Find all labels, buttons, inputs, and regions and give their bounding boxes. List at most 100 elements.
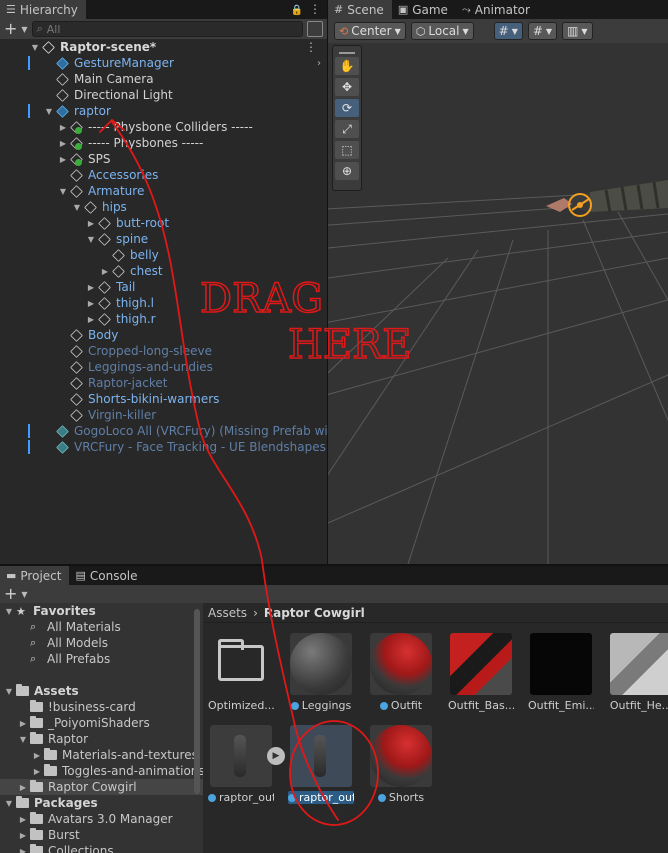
hierarchy-row[interactable]: ▼ spine — [0, 231, 327, 247]
hierarchy-row[interactable]: Shorts-bikini-warmers — [0, 391, 327, 407]
hierarchy-row[interactable]: Body — [0, 327, 327, 343]
move-tool-icon[interactable]: ✥ — [335, 78, 359, 96]
hierarchy-row[interactable]: GestureManager › — [0, 55, 327, 71]
expand-right-icon[interactable]: ▶ — [56, 123, 70, 132]
expand-right-icon[interactable]: ▶ — [84, 315, 98, 324]
asset-tile[interactable]: ▶ raptor_outf... — [208, 725, 285, 804]
tree-item[interactable]: ▶ Raptor Cowgirl — [0, 779, 203, 795]
hierarchy-row[interactable]: belly — [0, 247, 327, 263]
transform-tool-icon[interactable]: ⊕ — [335, 162, 359, 180]
tree-item[interactable]: ▶ Burst — [0, 827, 203, 843]
hierarchy-row[interactable]: Raptor-jacket — [0, 375, 327, 391]
expand-right-icon[interactable]: ▶ — [16, 719, 30, 728]
hierarchy-row[interactable]: ▶ thigh.r — [0, 311, 327, 327]
search-filter-icon[interactable] — [307, 21, 323, 37]
expand-down-icon[interactable]: ▼ — [84, 235, 98, 244]
create-plus-icon[interactable]: + — [4, 21, 17, 37]
hierarchy-row[interactable]: ▶ chest — [0, 263, 327, 279]
more-menu-icon[interactable]: ⋮ — [309, 2, 321, 16]
hierarchy-row[interactable]: ▶ Tail — [0, 279, 327, 295]
expand-right-icon[interactable]: ▶ — [84, 299, 98, 308]
hierarchy-row[interactable]: ▼ Armature — [0, 183, 327, 199]
pivot-dropdown[interactable]: ⟲ Center ▼ — [334, 22, 406, 40]
tab-scene[interactable]: # Scene — [328, 0, 392, 19]
tree-item[interactable]: ⌕ All Models — [0, 635, 203, 651]
tree-item[interactable]: ⌕ All Materials — [0, 619, 203, 635]
chevron-right-icon[interactable]: › — [317, 58, 321, 69]
tree-item[interactable]: ▶ Toggles-and-animations — [0, 763, 203, 779]
hand-tool-icon[interactable]: ✋ — [335, 57, 359, 75]
hierarchy-row[interactable]: ▶ ----- Physbone Colliders ----- — [0, 119, 327, 135]
hierarchy-row[interactable]: ▶ SPS — [0, 151, 327, 167]
tree-item[interactable]: ▶ Avatars 3.0 Manager — [0, 811, 203, 827]
expand-right-icon[interactable]: ▶ — [56, 155, 70, 164]
expand-right-icon[interactable]: ▶ — [16, 783, 30, 792]
lock-icon[interactable]: 🔒 — [291, 5, 303, 16]
hierarchy-row[interactable]: ▶ butt-root — [0, 215, 327, 231]
tab-hierarchy[interactable]: ☰ Hierarchy — [0, 0, 86, 19]
asset-tile[interactable]: Outfit_Emi... — [528, 633, 594, 712]
tab-game[interactable]: ▣ Game — [392, 0, 456, 19]
scene-viewport[interactable] — [328, 0, 668, 564]
rect-tool-icon[interactable]: ⬚ — [335, 141, 359, 159]
asset-tile[interactable]: Outfit — [368, 633, 434, 712]
tree-item[interactable]: ⌕ All Prefabs — [0, 651, 203, 667]
breadcrumb-root[interactable]: Assets — [208, 606, 247, 620]
expand-down-icon[interactable]: ▼ — [28, 43, 42, 52]
tab-console[interactable]: ▤ Console — [69, 566, 145, 585]
panel-divider-vertical[interactable] — [327, 0, 328, 564]
expand-down-icon[interactable]: ▼ — [2, 607, 16, 616]
tree-section-header[interactable]: ▼ Packages — [0, 795, 203, 811]
rotate-tool-icon[interactable]: ⟳ — [335, 99, 359, 117]
tree-item[interactable]: ▶ Collections — [0, 843, 203, 853]
asset-tile[interactable]: Shorts — [368, 725, 434, 804]
expand-right-icon[interactable]: ▶ — [16, 831, 30, 840]
tree-item[interactable]: ▶ Materials-and-textures — [0, 747, 203, 763]
tree-item[interactable]: ▼ Raptor — [0, 731, 203, 747]
hierarchy-row[interactable]: Cropped-long-sleeve — [0, 343, 327, 359]
hierarchy-row[interactable]: Accessories — [0, 167, 327, 183]
tab-project[interactable]: ▬ Project — [0, 566, 70, 585]
expand-down-icon[interactable]: ▼ — [2, 799, 16, 808]
expand-right-icon[interactable]: ▶ — [30, 767, 44, 776]
expand-down-icon[interactable]: ▼ — [2, 687, 16, 696]
hierarchy-row[interactable]: ▶ ----- Physbones ----- — [0, 135, 327, 151]
expand-down-icon[interactable]: ▼ — [16, 735, 30, 744]
hierarchy-row[interactable]: VRCFury - Face Tracking - UE Blendshapes — [0, 439, 327, 455]
asset-tile[interactable]: Outfit_Bas... — [448, 633, 514, 712]
hierarchy-row[interactable]: GogoLoco All (VRCFury) (Missing Prefab w… — [0, 423, 327, 439]
drag-handle[interactable] — [339, 52, 355, 54]
expand-right-icon[interactable]: ▶ — [16, 815, 30, 824]
tree-scrollbar[interactable] — [194, 609, 200, 794]
tree-section-header[interactable]: ▼ ★ Favorites — [0, 603, 203, 619]
hierarchy-row[interactable]: Virgin-killer — [0, 407, 327, 423]
expand-right-icon[interactable]: ▶ — [30, 751, 44, 760]
tree-item[interactable]: !business-card — [0, 699, 203, 715]
asset-tile[interactable]: raptor_outf... — [288, 725, 354, 804]
hierarchy-search-input[interactable]: ⌕ All — [31, 21, 303, 37]
asset-tile[interactable]: Leggings — [288, 633, 354, 712]
hierarchy-row[interactable]: Directional Light — [0, 87, 327, 103]
asset-tile[interactable]: Outfit_He... — [608, 633, 668, 712]
breadcrumb-current[interactable]: Raptor Cowgirl — [264, 606, 365, 620]
chevron-down-icon[interactable]: ▼ — [21, 590, 27, 599]
expand-down-icon[interactable]: ▼ — [70, 203, 84, 212]
increment-snap-button[interactable]: ▥ ▼ — [562, 22, 593, 40]
create-plus-icon[interactable]: + — [4, 586, 17, 602]
expand-right-icon[interactable]: ▶ — [16, 847, 30, 853]
snap-toggle-button[interactable]: # ▼ — [527, 22, 558, 40]
chevron-down-icon[interactable]: ▼ — [21, 25, 27, 34]
hierarchy-row[interactable]: ▼ hips — [0, 199, 327, 215]
expand-down-icon[interactable]: ▼ — [42, 107, 56, 116]
space-dropdown[interactable]: ⬡ Local ▼ — [410, 22, 474, 40]
tab-animator[interactable]: ⤳ Animator — [456, 0, 538, 19]
asset-tile[interactable]: Optimized... — [208, 633, 274, 712]
tree-item[interactable]: ▶ _PoiyomiShaders — [0, 715, 203, 731]
hierarchy-row[interactable]: Leggings-and-undies — [0, 359, 327, 375]
expand-down-icon[interactable]: ▼ — [56, 187, 70, 196]
hierarchy-row[interactable]: ▼ raptor — [0, 103, 327, 119]
hierarchy-row[interactable]: Main Camera — [0, 71, 327, 87]
expand-right-icon[interactable]: ▶ — [84, 283, 98, 292]
tree-section-header[interactable]: ▼ Assets — [0, 683, 203, 699]
hierarchy-row[interactable]: ▼ Raptor-scene* ⋮ — [0, 39, 327, 55]
